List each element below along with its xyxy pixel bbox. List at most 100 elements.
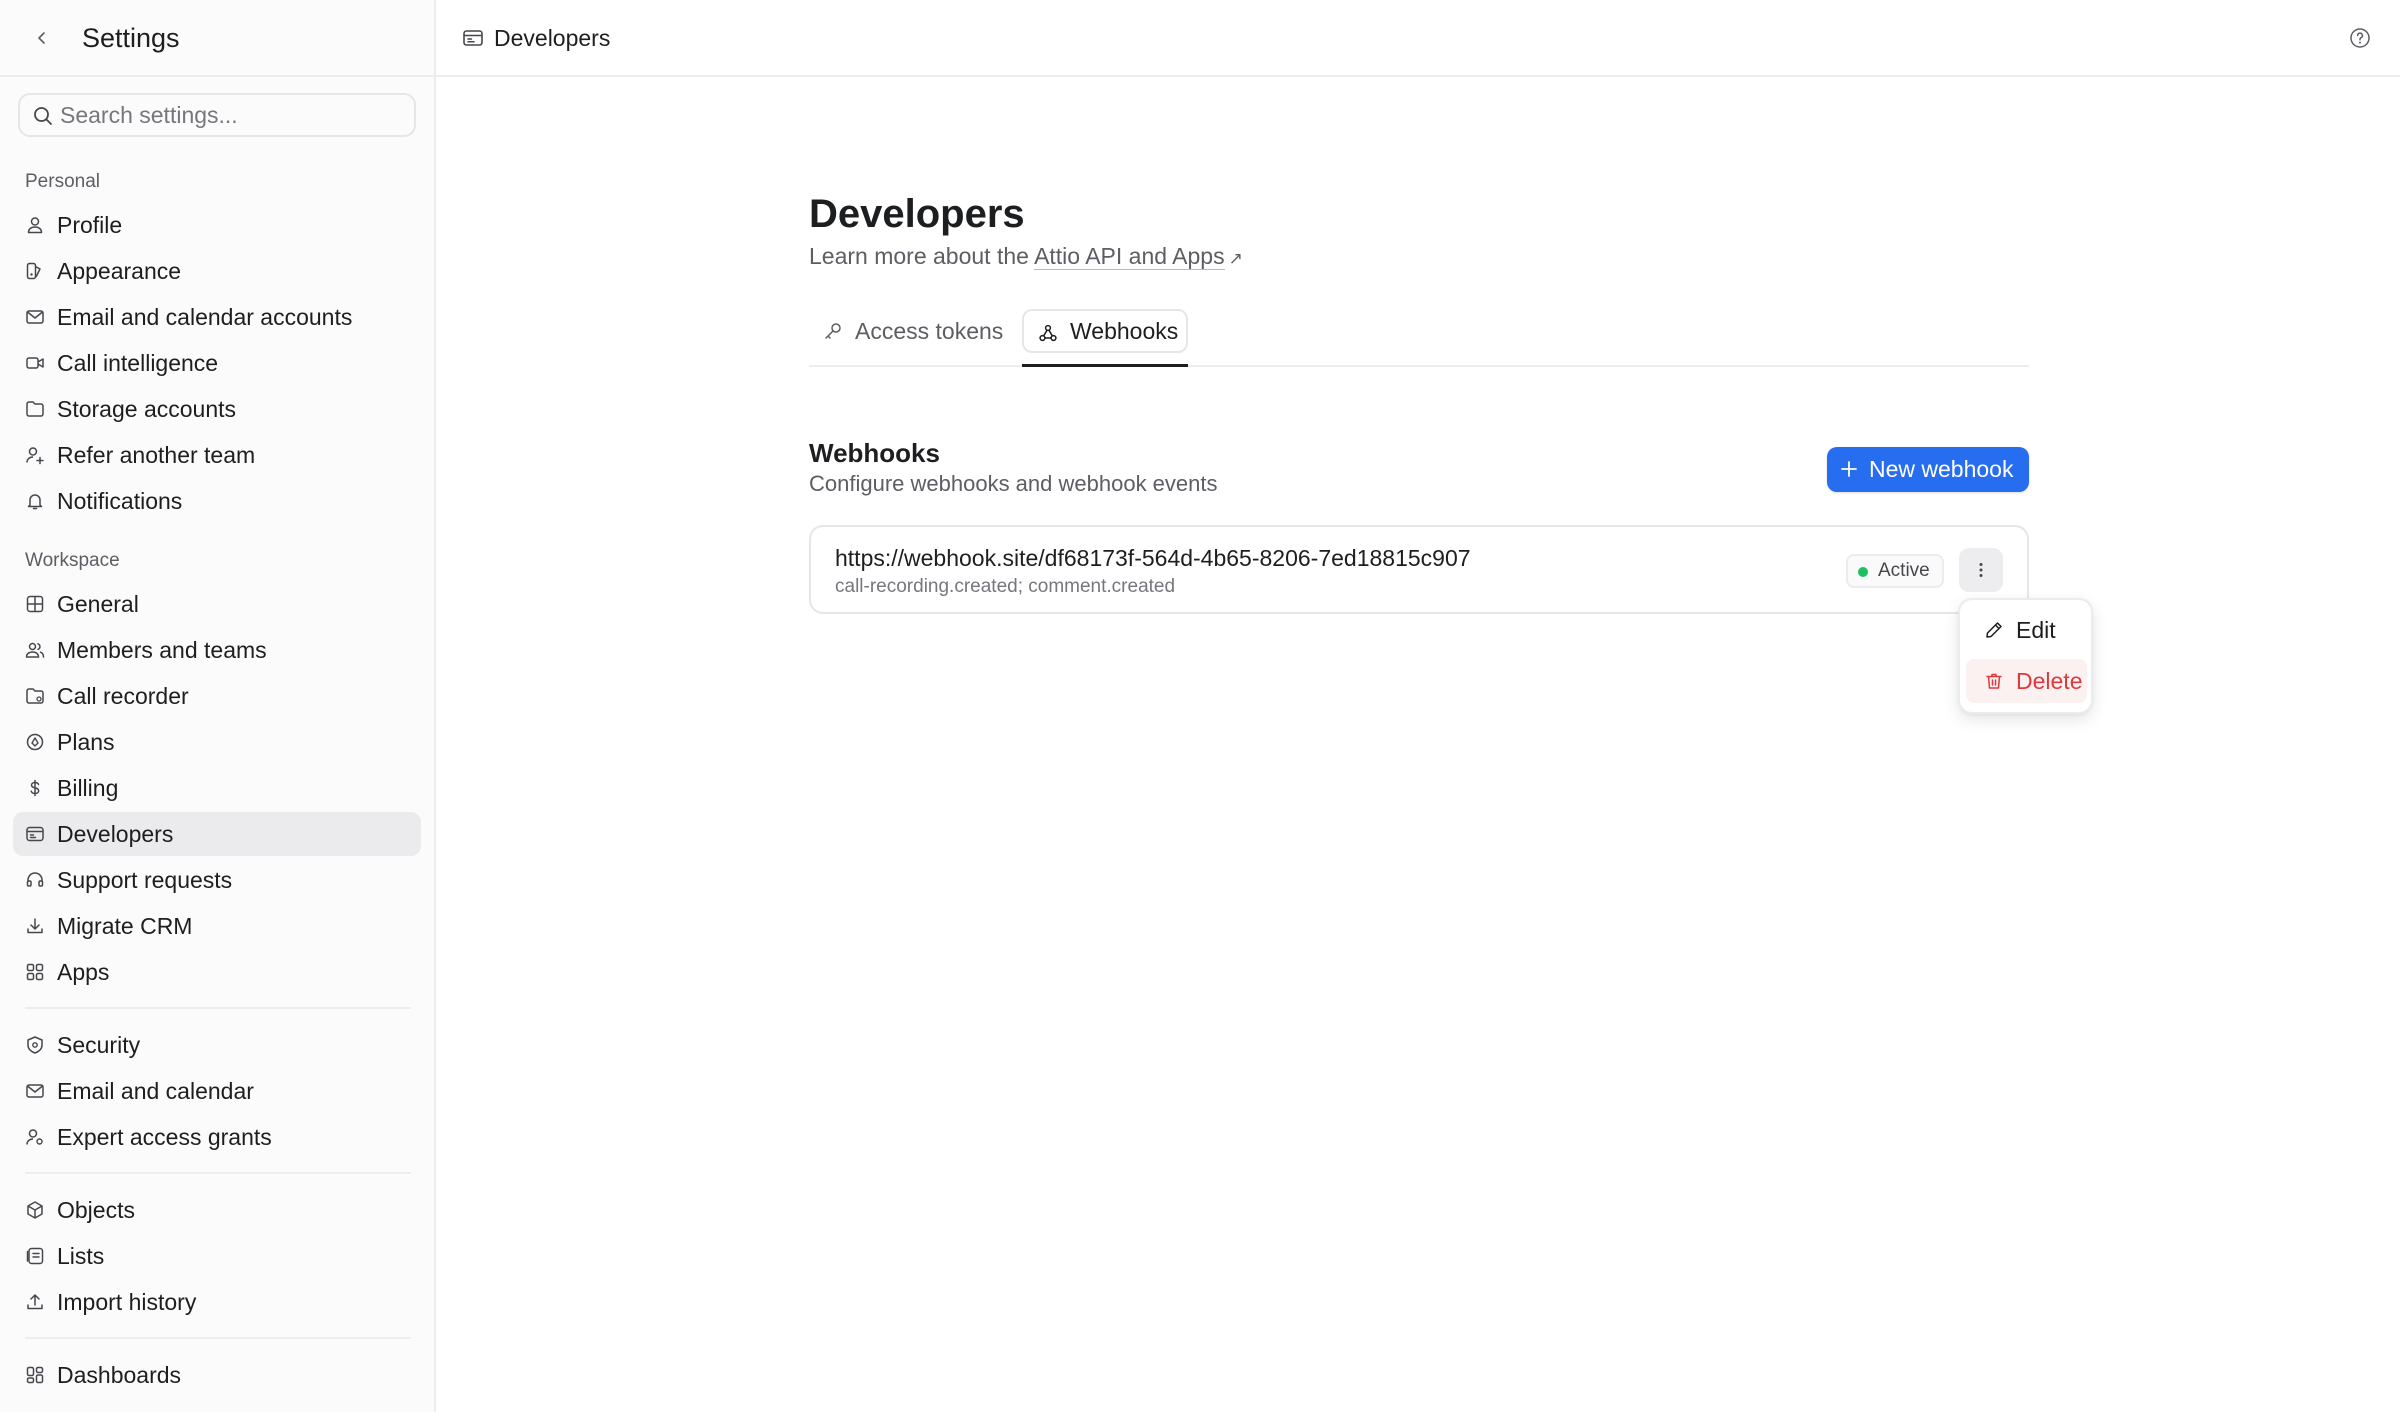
sidebar-item-import-history[interactable]: Import history [13, 1280, 421, 1324]
sidebar-item-security[interactable]: Security [13, 1023, 421, 1067]
sidebar-item-objects[interactable]: Objects [13, 1188, 421, 1232]
sidebar-item-lists[interactable]: Lists [13, 1234, 421, 1278]
developer-icon [463, 30, 483, 46]
key-icon [825, 323, 841, 339]
sidebar-item-billing[interactable]: Billing [13, 766, 421, 810]
sidebar-item-dashboards[interactable]: Dashboards [13, 1353, 421, 1397]
sidebar-item-label: Import history [57, 1289, 197, 1315]
search-icon [34, 107, 52, 125]
webhook-context-menu: Edit Delete [1958, 598, 2093, 714]
menu-item-label: Delete [2016, 668, 2083, 694]
breadcrumb: Developers [494, 25, 611, 51]
page-subtitle: Learn more about the Attio API and Apps ↗ [809, 242, 1243, 273]
settings-sidebar: Settings Personal Profile Appearance Ema… [0, 0, 436, 1412]
section-title: Webhooks [809, 438, 940, 468]
sidebar-item-label: Plans [57, 729, 115, 755]
grid-icon [25, 594, 45, 614]
page-title: Developers [809, 192, 1025, 236]
sidebar-item-migrate-crm[interactable]: Migrate CRM [13, 904, 421, 948]
menu-item-delete[interactable]: Delete [1966, 659, 2087, 703]
list-icon [25, 1246, 45, 1266]
sidebar-item-storage-accounts[interactable]: Storage accounts [13, 387, 421, 431]
menu-item-edit[interactable]: Edit [1966, 608, 2087, 652]
headset-icon [25, 870, 45, 890]
pencil-icon [1986, 622, 2002, 638]
sidebar-item-support-requests[interactable]: Support requests [13, 858, 421, 902]
sidebar-divider [25, 1337, 411, 1339]
sidebar-item-label: Objects [57, 1197, 135, 1223]
folder-icon [25, 399, 45, 419]
sidebar-item-apps[interactable]: Apps [13, 950, 421, 994]
back-button[interactable] [26, 22, 58, 54]
recorder-icon [25, 686, 45, 706]
sidebar-item-general[interactable]: General [13, 582, 421, 626]
dollar-icon [25, 778, 45, 798]
menu-item-label: Edit [2016, 617, 2056, 643]
search-input[interactable] [60, 101, 414, 129]
sidebar-divider [25, 1007, 411, 1009]
sidebar-item-email-calendar-accounts[interactable]: Email and calendar accounts [13, 295, 421, 339]
sidebar-item-label: Email and calendar [57, 1078, 254, 1104]
sidebar-item-label: Appearance [57, 258, 182, 284]
mail-icon [25, 1081, 45, 1101]
sidebar-item-profile[interactable]: Profile [13, 203, 421, 247]
sidebar-item-label: Migrate CRM [57, 913, 193, 939]
sidebar-item-label: Refer another team [57, 442, 256, 468]
search-settings[interactable] [18, 93, 416, 137]
sidebar-item-developers[interactable]: Developers [13, 812, 421, 856]
sidebar-item-label: Storage accounts [57, 396, 237, 422]
appearance-icon [25, 261, 45, 281]
user-icon [25, 215, 45, 235]
plans-icon [25, 732, 45, 752]
status-dot [1858, 567, 1868, 577]
sidebar-item-refer-another-team[interactable]: Refer another team [13, 433, 421, 477]
sidebar-title: Settings [82, 23, 180, 53]
help-icon[interactable] [2348, 26, 2372, 50]
sidebar-item-label: Members and teams [57, 637, 267, 663]
sidebar-item-plans[interactable]: Plans [13, 720, 421, 764]
sidebar-item-appearance[interactable]: Appearance [13, 249, 421, 293]
sidebar-header: Settings [0, 0, 434, 77]
sidebar-item-label: Profile [57, 212, 123, 238]
sidebar-item-label: Apps [57, 959, 110, 985]
sidebar-item-label: Call intelligence [57, 350, 219, 376]
sidebar-item-call-intelligence[interactable]: Call intelligence [13, 341, 421, 385]
sidebar-item-notifications[interactable]: Notifications [13, 479, 421, 523]
sidebar-item-label: Support requests [57, 867, 233, 893]
topbar: Developers [436, 0, 2400, 77]
webhook-url: https://webhook.site/df68173f-564d-4b65-… [835, 545, 1471, 571]
user-key-icon [25, 1127, 45, 1147]
tab-access-tokens[interactable]: Access tokens [809, 309, 1017, 353]
trash-icon [1986, 673, 2002, 689]
status-label: Active [1878, 560, 1930, 581]
more-vertical-icon [1979, 563, 1983, 577]
sidebar-item-label: Lists [57, 1243, 105, 1269]
button-label: New webhook [1869, 456, 2014, 482]
new-webhook-button[interactable]: New webhook [1827, 447, 2029, 492]
sidebar-item-call-recorder[interactable]: Call recorder [13, 674, 421, 718]
sidebar-item-label: Notifications [57, 488, 183, 514]
attio-api-link[interactable]: Attio API and Apps [1034, 243, 1225, 270]
webhook-row[interactable]: https://webhook.site/df68173f-564d-4b65-… [809, 525, 2029, 614]
sidebar-item-email-and-calendar[interactable]: Email and calendar [13, 1069, 421, 1113]
video-icon [25, 353, 45, 373]
active-tab-indicator [1022, 364, 1188, 367]
chevron-left-icon [38, 32, 45, 44]
tab-webhooks[interactable]: Webhooks [1022, 309, 1188, 353]
section-label-personal: Personal [25, 171, 100, 192]
sidebar-item-label: Email and calendar accounts [57, 304, 353, 330]
sidebar-item-label: Developers [57, 821, 174, 847]
more-options-button[interactable] [1959, 548, 2003, 592]
shield-icon [25, 1035, 45, 1055]
sidebar-item-label: Security [57, 1032, 141, 1058]
sidebar-item-members-and-teams[interactable]: Members and teams [13, 628, 421, 672]
cube-icon [25, 1200, 45, 1220]
dashboard-icon [25, 1365, 45, 1385]
external-link-icon: ↗ [1228, 249, 1243, 268]
developer-tabs: Access tokens Webhooks [809, 309, 2029, 367]
app-root: Settings Personal Profile Appearance Ema… [0, 0, 2400, 1412]
sidebar-divider [25, 1172, 411, 1174]
sidebar-item-label: Billing [57, 775, 119, 801]
download-icon [25, 916, 45, 936]
sidebar-item-expert-access-grants[interactable]: Expert access grants [13, 1115, 421, 1159]
